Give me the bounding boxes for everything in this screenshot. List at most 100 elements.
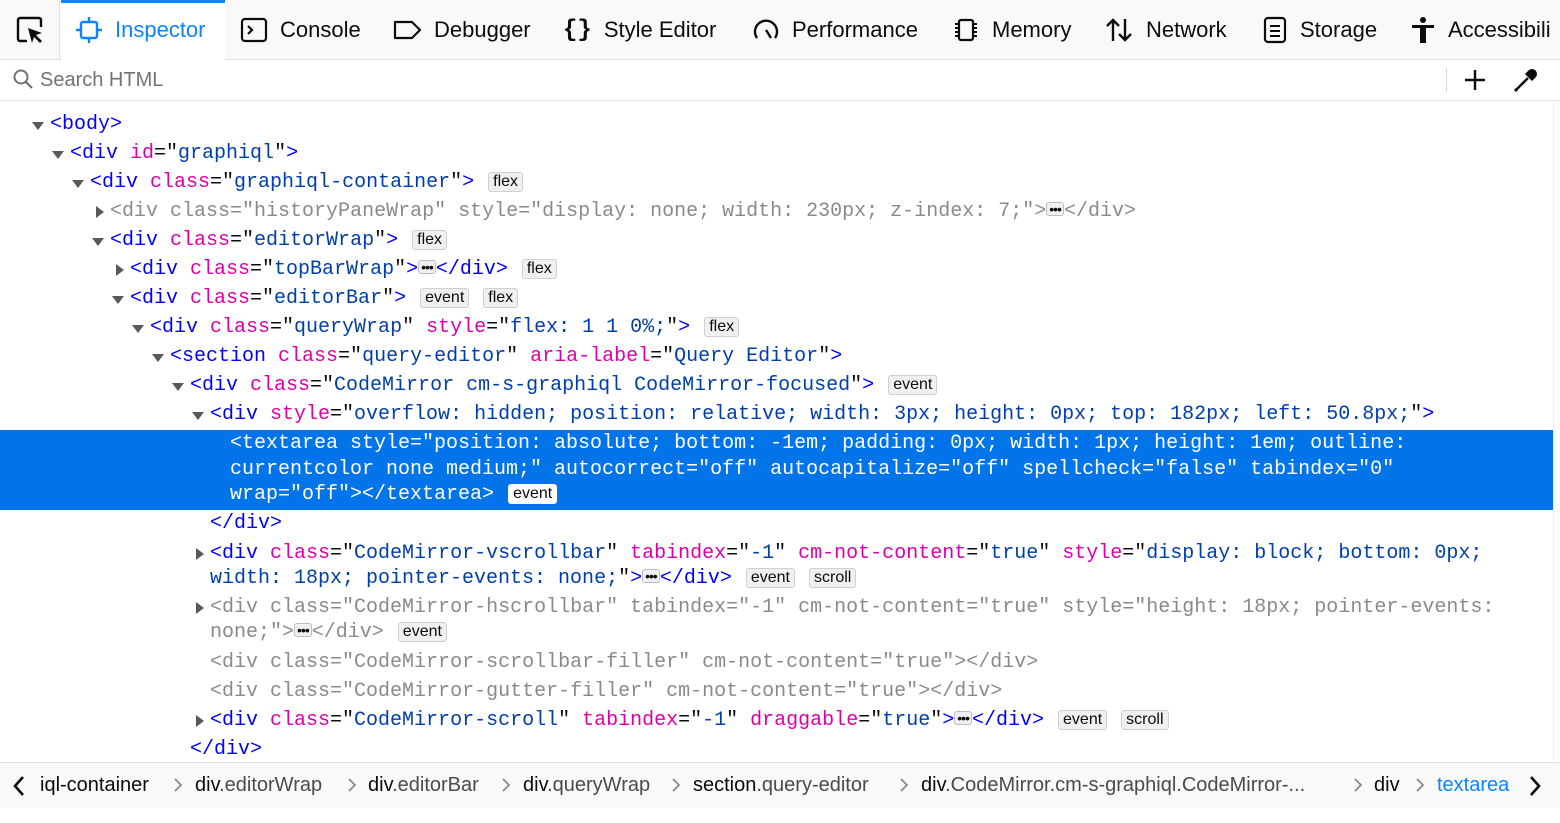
breadcrumb-item[interactable]: div.editorWrap	[195, 763, 322, 809]
markup-node-line[interactable]: <div class="CodeMirror-scrollbar-filler"…	[210, 651, 1038, 675]
attribute-name[interactable]: tabindex	[630, 596, 726, 619]
flex-badge[interactable]: flex	[488, 172, 524, 192]
breadcrumb-item[interactable]: div.editorBar	[368, 763, 479, 809]
attribute-value[interactable]: -1	[750, 596, 774, 619]
markup-node-line[interactable]: <div class="CodeMirror-gutter-filler" cm…	[210, 680, 1002, 704]
markup-node-line[interactable]: <div class="editorWrap"> flex	[110, 229, 448, 253]
tab-style-editor[interactable]: {} Style Editor	[563, 0, 716, 60]
flex-badge[interactable]: flex	[412, 230, 448, 250]
markup-node-line-continued[interactable]: none;"> ••• </div> event	[210, 621, 447, 645]
attribute-value[interactable]: display: none; width: 230px; z-index: 7;	[542, 200, 1022, 223]
breadcrumb-item[interactable]: div.queryWrap	[523, 763, 650, 809]
markup-node-line[interactable]: <div class="CodeMirror-vscrollbar" tabin…	[210, 542, 1482, 566]
breadcrumb-back-arrow-icon[interactable]	[8, 774, 32, 798]
markup-node-line[interactable]: <div class="editorBar"> event flex	[130, 287, 519, 311]
selected-node-text[interactable]: currentcolor none medium;" autocorrect="…	[230, 458, 1394, 482]
attribute-name[interactable]: class	[278, 345, 338, 368]
collapse-arrow-icon[interactable]	[192, 412, 204, 420]
attribute-name[interactable]: class	[170, 200, 230, 223]
markup-node-line[interactable]: </div>	[190, 738, 262, 762]
expand-children-ellipsis-button[interactable]: •••	[954, 711, 972, 725]
attribute-name[interactable]: style	[270, 403, 330, 426]
markup-node-line[interactable]: <div class="topBarWrap"> ••• </div> flex	[130, 258, 557, 282]
flex-badge[interactable]: flex	[704, 317, 740, 337]
attribute-value[interactable]: query-editor	[362, 345, 506, 368]
attribute-value[interactable]: topBarWrap	[274, 258, 394, 281]
attribute-name[interactable]: class	[270, 680, 330, 703]
expand-children-ellipsis-button[interactable]: •••	[1046, 202, 1064, 216]
selected-node-text[interactable]: wrap="off"></textarea> event	[230, 483, 558, 507]
tab-console[interactable]: Console	[240, 0, 361, 60]
tab-accessibility[interactable]: Accessibili	[1410, 0, 1551, 60]
attribute-value[interactable]: queryWrap	[294, 316, 402, 339]
expand-arrow-icon[interactable]	[196, 715, 204, 727]
attribute-name[interactable]: aria-label	[530, 345, 650, 368]
markup-node-line[interactable]: </div>	[210, 512, 282, 536]
expand-arrow-icon[interactable]	[196, 602, 204, 614]
markup-node-line[interactable]: <div id="graphiql">	[70, 142, 298, 166]
markup-node-line-continued[interactable]: width: 18px; pointer-events: none;"> ••• <…	[210, 567, 857, 591]
breadcrumb-item[interactable]: section.query-editor	[693, 763, 869, 809]
attribute-value[interactable]: historyPaneWrap	[254, 200, 434, 223]
scroll-badge[interactable]: scroll	[1121, 710, 1169, 730]
attribute-name[interactable]: cm-not-content	[666, 680, 834, 703]
attribute-value[interactable]: graphiql	[178, 142, 274, 165]
event-badge[interactable]: event	[1058, 710, 1108, 730]
attribute-name[interactable]: class	[270, 596, 330, 619]
event-badge[interactable]: event	[397, 622, 447, 642]
attribute-name[interactable]: class	[270, 651, 330, 674]
event-badge[interactable]: event	[745, 568, 795, 588]
attribute-value[interactable]: CodeMirror-vscrollbar	[354, 542, 606, 565]
markup-node-line[interactable]: <body>	[50, 113, 122, 137]
attribute-value[interactable]: flex: 1 1 0%;	[510, 316, 666, 339]
tab-storage[interactable]: Storage	[1262, 0, 1377, 60]
tab-inspector[interactable]: Inspector	[61, 0, 225, 60]
attribute-value[interactable]: CodeMirror-gutter-filler	[354, 680, 642, 703]
markup-node-line[interactable]: <div class="queryWrap" style="flex: 1 1 …	[150, 316, 740, 340]
attribute-value[interactable]: CodeMirror-scrollbar-filler	[354, 651, 678, 674]
markup-node-line[interactable]: <div style="overflow: hidden; position: …	[210, 403, 1434, 427]
selected-node-text[interactable]: <textarea style="position: absolute; bot…	[230, 432, 1406, 456]
breadcrumb-item[interactable]: div.CodeMirror.cm-s-graphiql.CodeMirror-…	[921, 763, 1305, 809]
attribute-name[interactable]: style	[1062, 596, 1122, 619]
attribute-value[interactable]: true	[990, 542, 1038, 565]
scroll-badge[interactable]: scroll	[809, 568, 857, 588]
attribute-name[interactable]: class	[170, 229, 230, 252]
attribute-value[interactable]: CodeMirror cm-s-graphiql CodeMirror-focu…	[334, 374, 850, 397]
expand-children-ellipsis-button[interactable]: •••	[642, 569, 660, 583]
collapse-arrow-icon[interactable]	[132, 325, 144, 333]
collapse-arrow-icon[interactable]	[92, 238, 104, 246]
attribute-value[interactable]: CodeMirror-scroll	[354, 709, 558, 732]
attribute-value[interactable]: overflow: hidden; position: relative; wi…	[354, 403, 1410, 426]
tab-memory[interactable]: Memory	[952, 0, 1071, 60]
attribute-name[interactable]: draggable	[750, 709, 858, 732]
attribute-name[interactable]: cm-not-content	[798, 596, 966, 619]
breadcrumb-item[interactable]: textarea	[1437, 763, 1509, 809]
attribute-value[interactable]: display: block; bottom: 0px;	[1146, 542, 1482, 565]
eyedropper-icon[interactable]	[1512, 66, 1540, 94]
attribute-value[interactable]: editorBar	[274, 287, 382, 310]
event-badge[interactable]: event	[420, 288, 470, 308]
attribute-value[interactable]: -1	[750, 542, 774, 565]
expand-arrow-icon[interactable]	[96, 206, 104, 218]
markup-node-line[interactable]: <div class="CodeMirror cm-s-graphiql Cod…	[190, 374, 938, 398]
attribute-name[interactable]: style	[1062, 542, 1122, 565]
flex-badge[interactable]: flex	[521, 259, 557, 279]
attribute-value[interactable]: true	[858, 680, 906, 703]
markup-tree[interactable]: <body> <div id="graphiql"> <div class="gra…	[0, 101, 1554, 762]
markup-node-line[interactable]: <div class="historyPaneWrap" style="disp…	[110, 200, 1136, 224]
tab-performance[interactable]: Performance	[752, 0, 918, 60]
attribute-value[interactable]: height: 18px; pointer-events:	[1146, 596, 1494, 619]
markup-node-line[interactable]: <div class="CodeMirror-scroll" tabindex=…	[210, 709, 1169, 733]
attribute-name[interactable]: class	[190, 258, 250, 281]
expand-arrow-icon[interactable]	[196, 548, 204, 560]
attribute-name[interactable]: cm-not-content	[702, 651, 870, 674]
attribute-value[interactable]: none;	[210, 621, 270, 644]
attribute-value[interactable]: Query Editor	[674, 345, 818, 368]
collapse-arrow-icon[interactable]	[32, 122, 44, 130]
attribute-name[interactable]: class	[190, 287, 250, 310]
flex-badge[interactable]: flex	[483, 288, 519, 308]
attribute-name[interactable]: tabindex	[630, 542, 726, 565]
add-node-icon[interactable]	[1462, 67, 1488, 93]
expand-children-ellipsis-button[interactable]: •••	[294, 623, 312, 637]
